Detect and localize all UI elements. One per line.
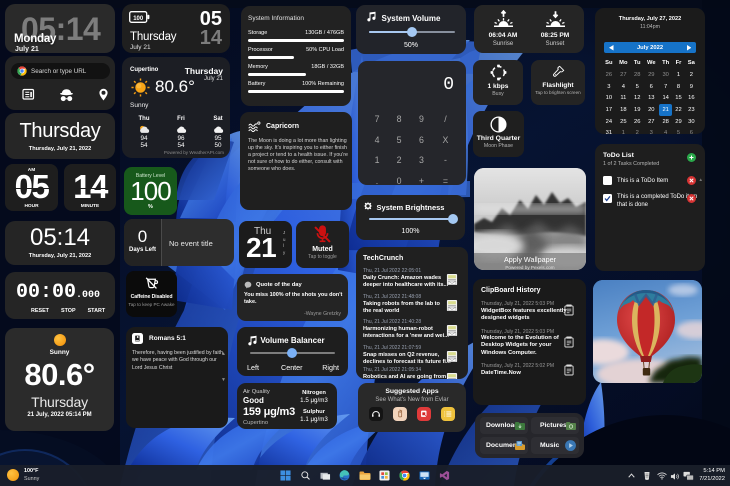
svg-text:100: 100 — [133, 16, 144, 22]
